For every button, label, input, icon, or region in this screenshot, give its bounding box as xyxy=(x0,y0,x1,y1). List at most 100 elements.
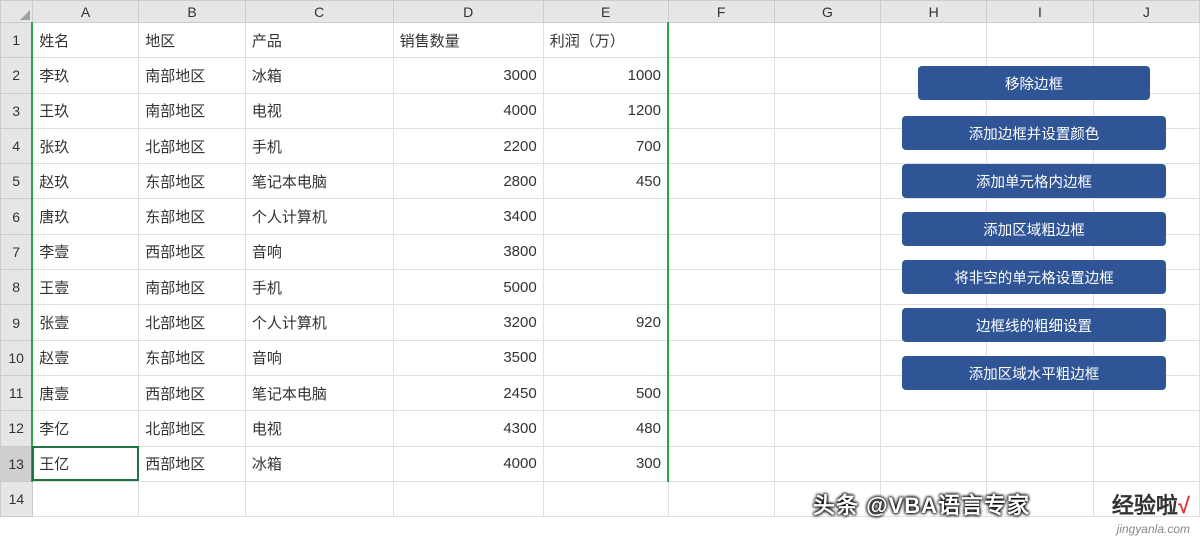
cell-I12[interactable] xyxy=(987,411,1093,446)
cell-B5[interactable]: 东部地区 xyxy=(139,164,246,199)
macro-button-5[interactable]: 边框线的粗细设置 xyxy=(902,308,1166,342)
cell-E12[interactable]: 480 xyxy=(543,411,668,446)
cell-C9[interactable]: 个人计算机 xyxy=(245,305,393,340)
cell-A10[interactable]: 赵壹 xyxy=(32,340,139,375)
row-header-8[interactable]: 8 xyxy=(1,270,33,305)
cell-I1[interactable] xyxy=(987,23,1093,58)
cell-C11[interactable]: 笔记本电脑 xyxy=(245,375,393,410)
cell-G10[interactable] xyxy=(774,340,880,375)
cell-B8[interactable]: 南部地区 xyxy=(139,270,246,305)
cell-A7[interactable]: 李壹 xyxy=(32,234,139,269)
cell-A4[interactable]: 张玖 xyxy=(32,128,139,163)
cell-B13[interactable]: 西部地区 xyxy=(139,446,246,481)
cell-B4[interactable]: 北部地区 xyxy=(139,128,246,163)
cell-F4[interactable] xyxy=(668,128,774,163)
cell-F8[interactable] xyxy=(668,270,774,305)
cell-E10[interactable] xyxy=(543,340,668,375)
cell-F13[interactable] xyxy=(668,446,774,481)
cell-A5[interactable]: 赵玖 xyxy=(32,164,139,199)
cell-A14[interactable] xyxy=(32,481,139,516)
cell-A9[interactable]: 张壹 xyxy=(32,305,139,340)
col-header-D[interactable]: D xyxy=(393,1,543,23)
cell-E3[interactable]: 1200 xyxy=(543,93,668,128)
cell-G6[interactable] xyxy=(774,199,880,234)
cell-C4[interactable]: 手机 xyxy=(245,128,393,163)
cell-D10[interactable]: 3500 xyxy=(393,340,543,375)
cell-G11[interactable] xyxy=(774,375,880,410)
row-header-12[interactable]: 12 xyxy=(1,411,33,446)
cell-F6[interactable] xyxy=(668,199,774,234)
macro-button-6[interactable]: 添加区域水平粗边框 xyxy=(902,356,1166,390)
cell-A8[interactable]: 王壹 xyxy=(32,270,139,305)
cell-F14[interactable] xyxy=(668,481,774,516)
row-header-4[interactable]: 4 xyxy=(1,128,33,163)
cell-F10[interactable] xyxy=(668,340,774,375)
row-header-13[interactable]: 13 xyxy=(1,446,33,481)
row-header-14[interactable]: 14 xyxy=(1,481,33,516)
cell-E7[interactable] xyxy=(543,234,668,269)
cell-E14[interactable] xyxy=(543,481,668,516)
cell-E9[interactable]: 920 xyxy=(543,305,668,340)
cell-F3[interactable] xyxy=(668,93,774,128)
row-header-3[interactable]: 3 xyxy=(1,93,33,128)
cell-B7[interactable]: 西部地区 xyxy=(139,234,246,269)
cell-B9[interactable]: 北部地区 xyxy=(139,305,246,340)
col-header-E[interactable]: E xyxy=(543,1,668,23)
cell-C6[interactable]: 个人计算机 xyxy=(245,199,393,234)
cell-D3[interactable]: 4000 xyxy=(393,93,543,128)
cell-E1[interactable]: 利润（万） xyxy=(543,23,668,58)
cell-E4[interactable]: 700 xyxy=(543,128,668,163)
col-header-F[interactable]: F xyxy=(668,1,774,23)
row-header-11[interactable]: 11 xyxy=(1,375,33,410)
cell-A13[interactable]: 王亿 xyxy=(32,446,139,481)
cell-A6[interactable]: 唐玖 xyxy=(32,199,139,234)
cell-A2[interactable]: 李玖 xyxy=(32,58,139,93)
cell-H1[interactable] xyxy=(881,23,987,58)
cell-D6[interactable]: 3400 xyxy=(393,199,543,234)
cell-G3[interactable] xyxy=(774,93,880,128)
cell-G2[interactable] xyxy=(774,58,880,93)
cell-G12[interactable] xyxy=(774,411,880,446)
cell-G9[interactable] xyxy=(774,305,880,340)
col-header-I[interactable]: I xyxy=(987,1,1093,23)
macro-button-1[interactable]: 添加边框并设置颜色 xyxy=(902,116,1166,150)
cell-D8[interactable]: 5000 xyxy=(393,270,543,305)
cell-C5[interactable]: 笔记本电脑 xyxy=(245,164,393,199)
col-header-H[interactable]: H xyxy=(881,1,987,23)
cell-D5[interactable]: 2800 xyxy=(393,164,543,199)
cell-D1[interactable]: 销售数量 xyxy=(393,23,543,58)
row-header-10[interactable]: 10 xyxy=(1,340,33,375)
cell-J12[interactable] xyxy=(1093,411,1199,446)
cell-B6[interactable]: 东部地区 xyxy=(139,199,246,234)
cell-A3[interactable]: 王玖 xyxy=(32,93,139,128)
cell-F5[interactable] xyxy=(668,164,774,199)
cell-G7[interactable] xyxy=(774,234,880,269)
cell-C10[interactable]: 音响 xyxy=(245,340,393,375)
cell-I13[interactable] xyxy=(987,446,1093,481)
cell-F9[interactable] xyxy=(668,305,774,340)
cell-F7[interactable] xyxy=(668,234,774,269)
cell-B11[interactable]: 西部地区 xyxy=(139,375,246,410)
row-header-2[interactable]: 2 xyxy=(1,58,33,93)
cell-D13[interactable]: 4000 xyxy=(393,446,543,481)
macro-button-0[interactable]: 移除边框 xyxy=(918,66,1150,100)
row-header-9[interactable]: 9 xyxy=(1,305,33,340)
cell-F12[interactable] xyxy=(668,411,774,446)
row-header-7[interactable]: 7 xyxy=(1,234,33,269)
cell-B1[interactable]: 地区 xyxy=(139,23,246,58)
cell-A11[interactable]: 唐壹 xyxy=(32,375,139,410)
cell-H12[interactable] xyxy=(881,411,987,446)
cell-A12[interactable]: 李亿 xyxy=(32,411,139,446)
cell-C14[interactable] xyxy=(245,481,393,516)
col-header-A[interactable]: A xyxy=(32,1,139,23)
cell-H13[interactable] xyxy=(881,446,987,481)
row-header-6[interactable]: 6 xyxy=(1,199,33,234)
col-header-C[interactable]: C xyxy=(245,1,393,23)
row-header-5[interactable]: 5 xyxy=(1,164,33,199)
cell-E8[interactable] xyxy=(543,270,668,305)
cell-C1[interactable]: 产品 xyxy=(245,23,393,58)
cell-C7[interactable]: 音响 xyxy=(245,234,393,269)
col-header-J[interactable]: J xyxy=(1093,1,1199,23)
cell-C8[interactable]: 手机 xyxy=(245,270,393,305)
cell-E13[interactable]: 300 xyxy=(543,446,668,481)
